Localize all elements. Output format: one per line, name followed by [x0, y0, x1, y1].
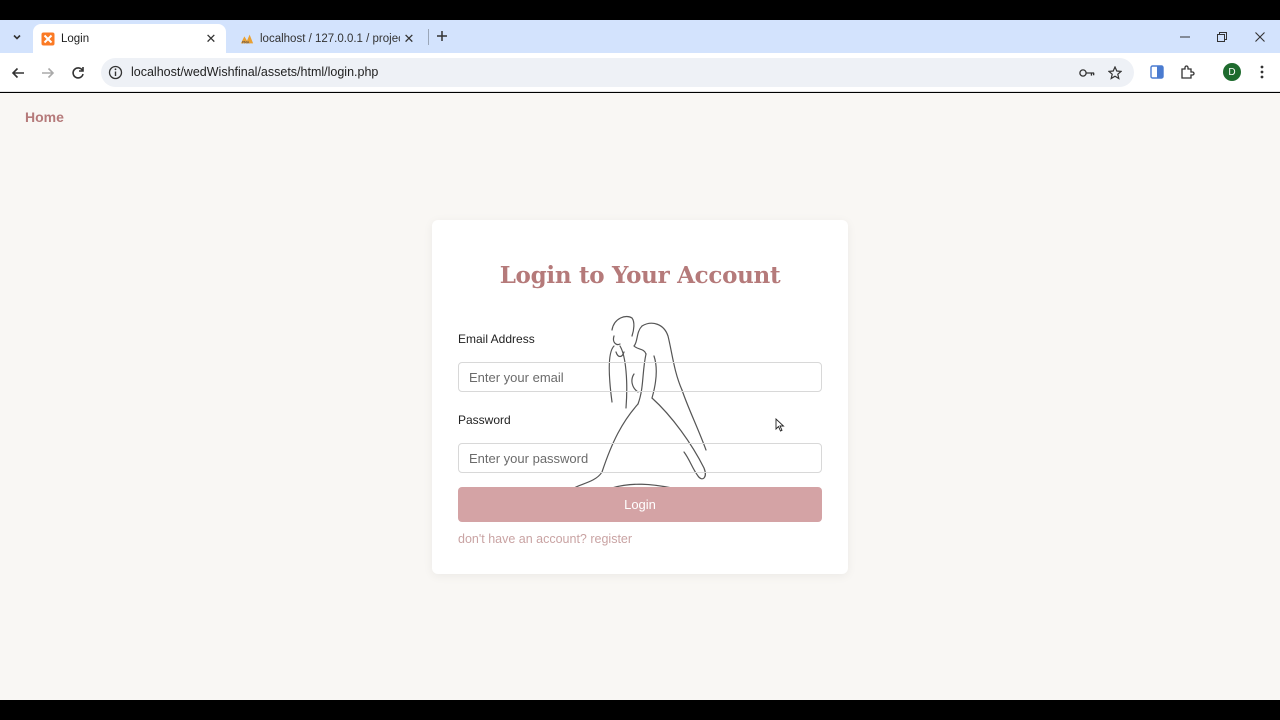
tab-title: Login [61, 32, 90, 45]
tab-phpmyadmin[interactable]: PMA localhost / 127.0.0.1 / project / ..… [232, 24, 424, 53]
xampp-icon [41, 32, 55, 46]
browser-toolbar: localhost/wedWishfinal/assets/html/login… [0, 53, 1280, 92]
svg-text:PMA: PMA [242, 40, 250, 44]
bottom-frame [0, 700, 1280, 720]
phpmyadmin-icon: PMA [240, 32, 254, 46]
close-tab-icon[interactable]: ✕ [202, 30, 220, 48]
reload-button[interactable] [66, 61, 90, 85]
tab-title: localhost / 127.0.0.1 / project / ... [260, 32, 400, 45]
bookmark-star-icon[interactable] [1107, 65, 1123, 81]
password-label: Password [458, 413, 511, 427]
close-window-button[interactable] [1241, 20, 1279, 53]
extensions-puzzle-icon[interactable] [1178, 63, 1196, 81]
restore-button[interactable] [1203, 20, 1241, 53]
reload-icon [72, 67, 84, 79]
login-card: Login to Your Account Email Address Pass… [432, 220, 848, 574]
restore-icon [1217, 31, 1227, 42]
plus-icon [437, 31, 447, 41]
url-text: localhost/wedWishfinal/assets/html/login… [131, 65, 379, 79]
chevron-down-icon [13, 34, 21, 40]
mouse-cursor-icon [775, 418, 785, 432]
tab-strip: Login ✕ PMA localhost / 127.0.0.1 / proj… [0, 20, 1280, 53]
password-field[interactable] [458, 443, 822, 473]
back-button[interactable] [6, 61, 30, 85]
forward-arrow-icon [42, 67, 55, 79]
tab-login[interactable]: Login ✕ [33, 24, 226, 53]
forward-button[interactable] [36, 61, 60, 85]
register-link[interactable]: don't have an account? register [458, 532, 632, 546]
tab-separator [428, 29, 429, 45]
address-bar[interactable]: localhost/wedWishfinal/assets/html/login… [101, 58, 1134, 87]
page-title: Login to Your Account [499, 262, 781, 289]
login-button[interactable]: Login [458, 487, 822, 522]
close-tab-icon[interactable]: ✕ [400, 30, 418, 48]
home-link[interactable]: Home [25, 109, 64, 125]
top-frame [0, 0, 1280, 20]
reading-mode-icon[interactable] [1148, 63, 1166, 81]
new-tab-button[interactable] [431, 25, 453, 47]
minimize-button[interactable] [1166, 20, 1204, 53]
minimize-icon [1180, 36, 1190, 37]
page-body: Home Login to Your Account Email Address [0, 93, 1280, 700]
password-key-icon[interactable] [1079, 65, 1095, 81]
email-label: Email Address [458, 332, 535, 346]
close-icon [1255, 31, 1265, 42]
site-info-icon[interactable] [108, 65, 123, 80]
profile-avatar[interactable]: D [1223, 63, 1241, 81]
email-field[interactable] [458, 362, 822, 392]
tab-search-button[interactable] [6, 26, 28, 48]
back-arrow-icon [11, 67, 24, 79]
more-menu-icon[interactable] [1253, 63, 1271, 81]
